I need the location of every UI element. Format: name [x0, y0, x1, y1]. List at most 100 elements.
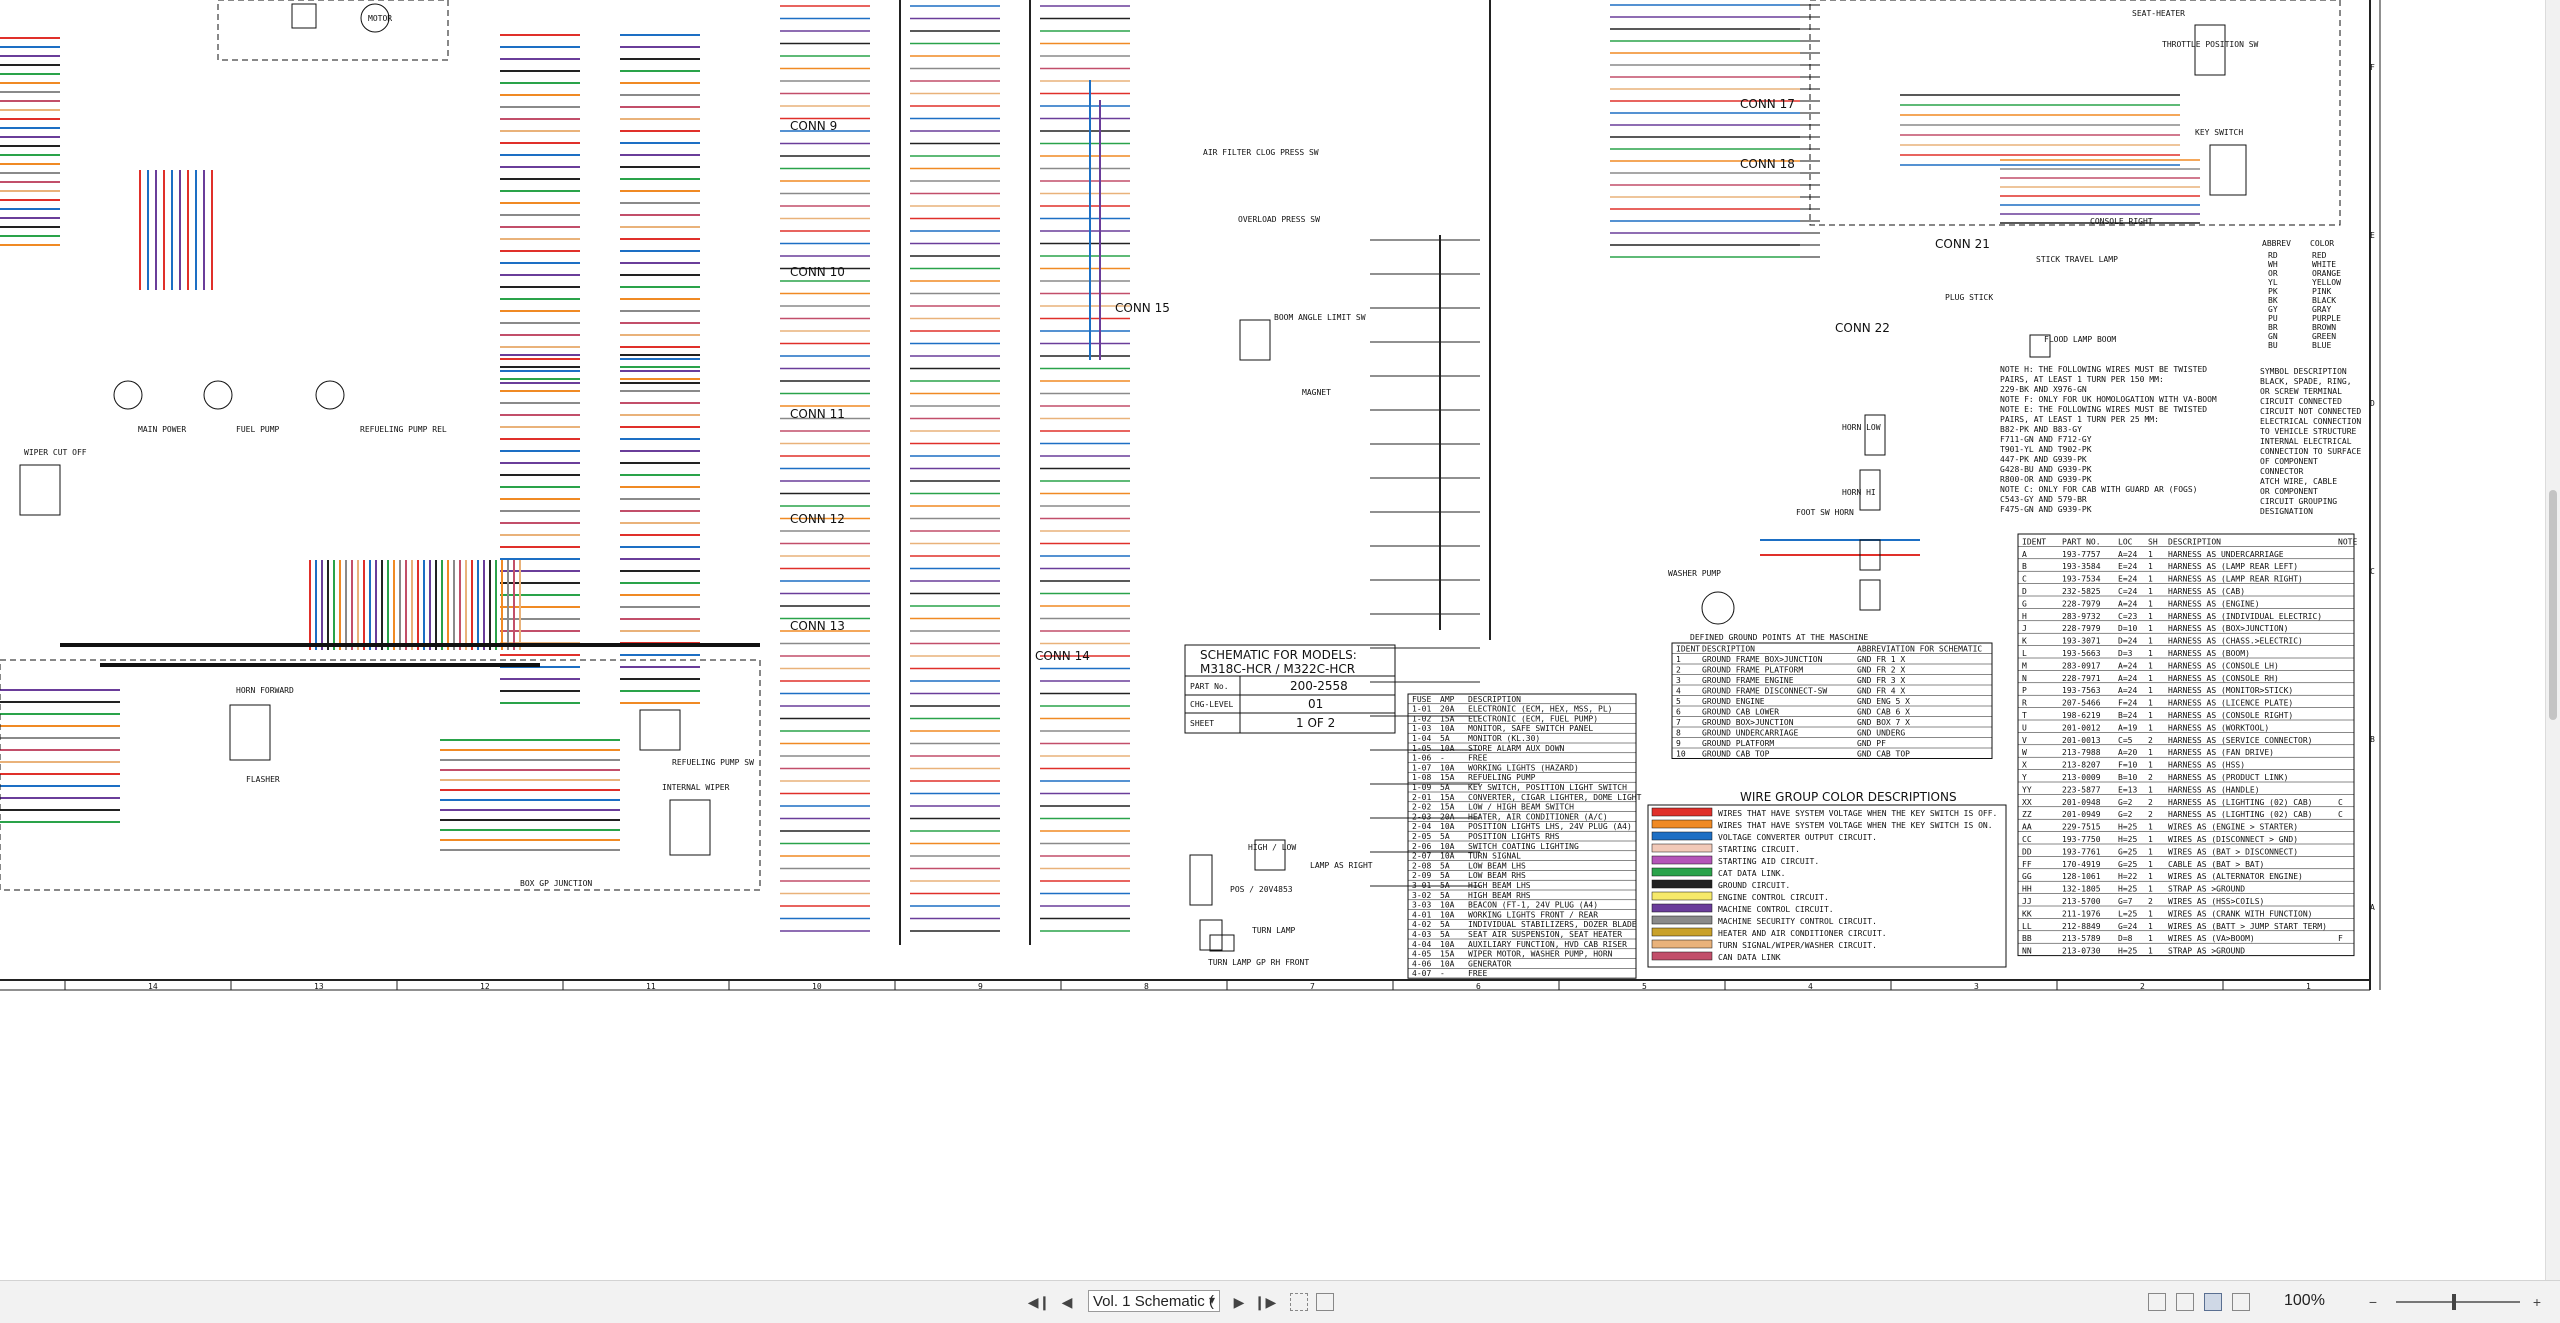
table-cell: STORE ALARM AUX DOWN	[1468, 744, 1565, 753]
table-cell: 1-07	[1412, 763, 1431, 772]
two-page-view-icon[interactable]	[2204, 1293, 2222, 1311]
wire-color-description: STARTING CIRCUIT.	[1718, 845, 1800, 854]
first-page-icon[interactable]: ◀❙	[1028, 1291, 1051, 1313]
vertical-scrollbar[interactable]	[2545, 0, 2560, 1280]
table-cell: C	[2022, 575, 2027, 584]
grid-column-label: 1	[2306, 982, 2311, 991]
connector-label: CONN 22	[1835, 321, 1890, 335]
table-cell: 2	[2148, 773, 2153, 782]
grid-column-label: 3	[1974, 982, 1979, 991]
table-header: IDENT	[1676, 645, 1700, 654]
table-cell: H=25	[2118, 885, 2137, 894]
connector-label: CONN 9	[790, 119, 837, 133]
note-line: NOTE C: ONLY FOR CAB WITH GUARD AR (FOGS…	[2000, 485, 2197, 494]
chg-level-label: CHG-LEVEL	[1190, 700, 1234, 709]
table-cell: GG	[2022, 872, 2032, 881]
table-cell: KK	[2022, 909, 2032, 918]
table-cell: V	[2022, 736, 2027, 745]
table-cell: 4-01	[1412, 910, 1431, 919]
scrollbar-thumb[interactable]	[2549, 490, 2557, 720]
zoom-level: 100%	[2284, 1292, 2325, 1309]
table-cell: 213-7988	[2062, 748, 2101, 757]
table-header: AMP	[1440, 695, 1455, 704]
boom-angle-label: BOOM ANGLE LIMIT SW	[1274, 313, 1366, 322]
zoom-slider[interactable]	[2396, 1301, 2520, 1303]
table-cell: 10A	[1440, 959, 1455, 968]
table-cell: 1	[2148, 550, 2153, 559]
sheet-label: SHEET	[1190, 719, 1214, 728]
zoom-out-icon[interactable]: −	[2362, 1291, 2384, 1313]
foot-sw-horn-label: FOOT SW HORN	[1796, 508, 1854, 517]
table-cell: ZZ	[2022, 810, 2032, 819]
abbreviation-table: ABBREV COLORRD REDWH WHITEOR ORANGEYL YELLOWP…	[2262, 239, 2341, 350]
abbrev-code: WH	[2268, 260, 2278, 269]
table-cell: 5A	[1440, 783, 1450, 792]
note-line: G428-BU AND G939-PK	[2000, 465, 2092, 474]
table-cell: 1	[2148, 934, 2153, 943]
table-cell: 3-01	[1412, 881, 1431, 890]
table-cell: 10A	[1440, 910, 1455, 919]
chg-level-value: 01	[1308, 697, 1323, 711]
table-cell: C=23	[2118, 612, 2137, 621]
abbrev-color: BLUE	[2312, 341, 2331, 350]
zoom-in-icon[interactable]: +	[2526, 1291, 2548, 1313]
table-cell: 1	[2148, 649, 2153, 658]
table-cell: MONITOR, SAFE SWITCH PANEL	[1468, 724, 1593, 733]
wire-color-swatch	[1651, 903, 1713, 913]
wire-color-swatch	[1651, 831, 1713, 841]
table-cell: GROUND CAB TOP	[1702, 750, 1770, 759]
table-cell: L=25	[2118, 909, 2137, 918]
wire-color-description: ENGINE CONTROL CIRCUIT.	[1718, 893, 1829, 902]
table-cell: LOW / HIGH BEAM SWITCH	[1468, 803, 1574, 812]
table-cell: C=24	[2118, 587, 2137, 596]
table-cell: 2-08	[1412, 861, 1431, 870]
zoom-slider-thumb[interactable]	[2452, 1294, 2456, 1310]
table-header: SH	[2148, 537, 2158, 546]
wiper-cut-off-label: WIPER CUT OFF	[24, 448, 87, 457]
note-line: NOTE H: THE FOLLOWING WIRES MUST BE TWIS…	[2000, 365, 2207, 374]
table-cell: 193-5663	[2062, 649, 2101, 658]
table-cell: 213-5789	[2062, 934, 2101, 943]
table-cell: LOW BEAM RHS	[1468, 871, 1526, 880]
table-cell: XX	[2022, 798, 2032, 807]
continuous-view-icon[interactable]	[2176, 1293, 2194, 1311]
abbrev-header: ABBREV	[2262, 239, 2291, 248]
table-cell: WIRES AS (BAT > DISCONNECT)	[2168, 847, 2298, 856]
abbrev-color: BROWN	[2312, 323, 2336, 332]
ground-points-table: DEFINED GROUND POINTS AT THE MASCHINE IDE…	[1671, 633, 1993, 759]
horn-low-label: HORN LOW	[1842, 423, 1881, 432]
table-cell: 1	[2148, 885, 2153, 894]
page-layout-icon[interactable]	[1316, 1293, 1334, 1311]
table-cell: 213-8207	[2062, 761, 2101, 770]
ground-points-title: DEFINED GROUND POINTS AT THE MASCHINE	[1690, 633, 1868, 642]
next-page-icon[interactable]: ▶	[1228, 1291, 1250, 1313]
table-cell: HARNESS AS (LIGHTING (02) CAB)	[2168, 810, 2313, 819]
table-cell: KEY SWITCH, POSITION LIGHT SWITCH	[1468, 783, 1627, 792]
table-cell: F=24	[2118, 699, 2137, 708]
table-cell: 193-7534	[2062, 575, 2101, 584]
table-cell: H=25	[2118, 835, 2137, 844]
table-cell: HARNESS AS (LAMP REAR RIGHT)	[2168, 575, 2303, 584]
document-viewer[interactable]: 14 13 12 11 10 9 8 7 6 5 4 3 2 1 FEDCBA MOTOR	[0, 0, 2560, 1280]
table-cell: YY	[2022, 785, 2032, 794]
grid-column-labels: 14 13 12 11 10 9 8 7 6 5 4 3 2 1	[64, 980, 2311, 991]
table-cell: F=10	[2118, 761, 2137, 770]
single-page-view-icon[interactable]	[2148, 1293, 2166, 1311]
facing-view-icon[interactable]	[2232, 1293, 2250, 1311]
table-cell: 1-06	[1412, 754, 1431, 763]
grid-row-label: E	[2370, 231, 2375, 240]
stick-travel-label: STICK TRAVEL LAMP	[2036, 255, 2118, 264]
page-select[interactable]: Vol. 1 Schematic ( ▾	[1088, 1290, 1220, 1312]
box-gp-label: BOX GP JUNCTION	[520, 879, 592, 888]
last-page-icon[interactable]: ❙▶	[1254, 1291, 1277, 1313]
wire-color-description: WIRES THAT HAVE SYSTEM VOLTAGE WHEN THE …	[1718, 809, 1997, 818]
table-cell: GROUND FRAME BOX>JUNCTION	[1702, 655, 1823, 664]
internal-wiper-label: INTERNAL WIPER	[662, 783, 730, 792]
table-cell: HARNESS AS UNDERCARRIAGE	[2168, 550, 2284, 559]
part-no-label: PART No.	[1190, 682, 1229, 691]
abbrev-color: GREEN	[2312, 332, 2336, 341]
previous-page-icon[interactable]: ◀	[1056, 1291, 1078, 1313]
table-cell: 2	[2148, 798, 2153, 807]
table-cell: GND FR 1 X	[1857, 655, 1905, 664]
page-copy-icon[interactable]	[1290, 1293, 1308, 1311]
